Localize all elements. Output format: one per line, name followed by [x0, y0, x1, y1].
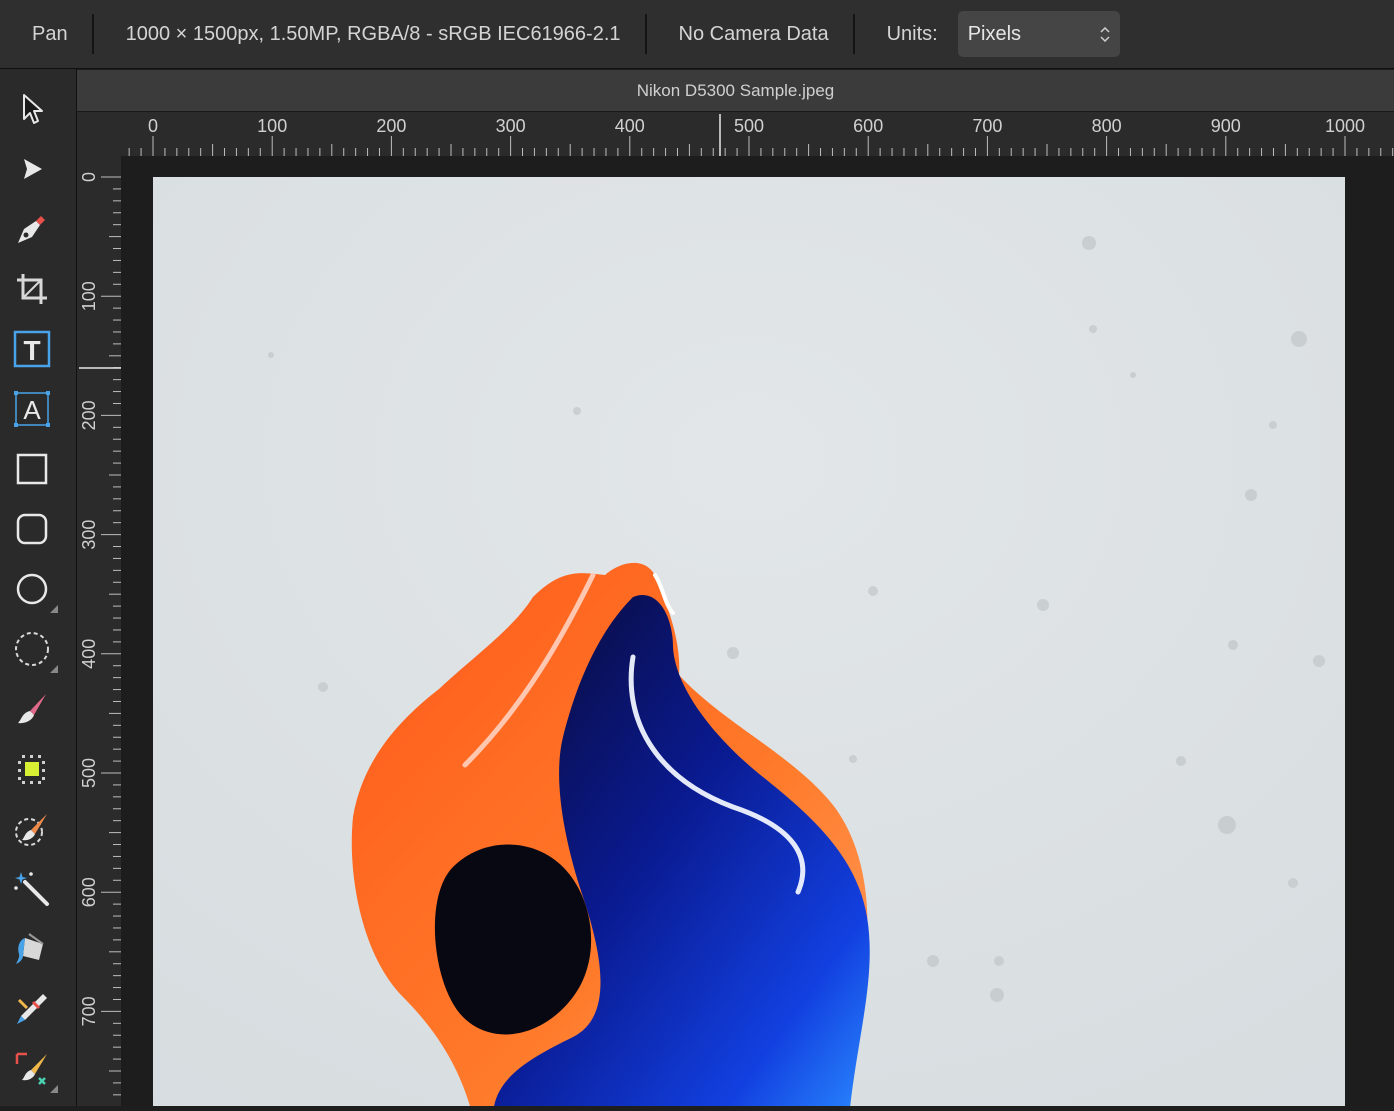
- document-info: 1000 × 1500px, 1.50MP, RGBA/8 - sRGB IEC…: [125, 22, 621, 45]
- ruler-label: 100: [257, 116, 287, 136]
- crop-tool[interactable]: [12, 269, 52, 309]
- ruler-label: 500: [734, 116, 764, 136]
- document-image[interactable]: [153, 177, 1345, 1106]
- current-tool-label: Pan: [32, 22, 68, 45]
- ruler-label: 600: [79, 877, 99, 907]
- camera-info: No Camera Data: [678, 22, 829, 45]
- ruler-label: 400: [79, 639, 99, 669]
- ruler-label: 0: [148, 116, 158, 136]
- pen-tool[interactable]: [12, 209, 52, 249]
- fill-bucket-icon: [16, 933, 44, 964]
- arrow-pointer-icon: [23, 94, 43, 124]
- move-tool[interactable]: [12, 89, 52, 129]
- selection-tool[interactable]: [12, 629, 58, 673]
- paint-brush-tool[interactable]: [12, 689, 52, 729]
- ruler-label: 200: [79, 400, 99, 430]
- selection-brush-icon: [15, 814, 47, 846]
- ruler-label: 300: [496, 116, 526, 136]
- ruler-label: 700: [79, 996, 99, 1026]
- transform-brush-icon: [15, 1052, 47, 1085]
- context-toolbar: Pan 1000 × 1500px, 1.50MP, RGBA/8 - sRGB…: [0, 0, 1394, 69]
- horizontal-ruler[interactable]: 0 100 200 300 400 500 600 700 800 900 1000: [77, 112, 1394, 156]
- paint-brush-icon: [18, 694, 46, 724]
- flood-fill-tool[interactable]: [12, 929, 52, 969]
- clone-tool[interactable]: [12, 989, 52, 1029]
- ruler-label: 700: [972, 116, 1002, 136]
- document-title: Nikon D5300 Sample.jpeg: [636, 81, 835, 100]
- rectangle-tool[interactable]: [12, 449, 52, 489]
- rounded-rectangle-icon: [16, 513, 48, 545]
- ruler-label: 800: [1092, 116, 1122, 136]
- rectangle-icon: [16, 453, 48, 485]
- ruler-label: 500: [79, 758, 99, 788]
- ruler-label: 100: [79, 281, 99, 311]
- node-arrow-icon: [24, 159, 42, 179]
- pixel-grid-icon: [18, 755, 45, 784]
- artistic-text-tool[interactable]: A: [12, 389, 52, 429]
- canvas-area[interactable]: [121, 156, 1394, 1106]
- ruler-label: 400: [615, 116, 645, 136]
- ruler-label: 600: [853, 116, 883, 136]
- units-label: Units:: [886, 22, 938, 45]
- vertical-ruler[interactable]: 0 100 200 300 400 500 600 700: [77, 156, 121, 1106]
- crop-icon: [17, 274, 47, 304]
- rounded-rectangle-tool[interactable]: [12, 509, 52, 549]
- units-dropdown[interactable]: Pixels: [957, 11, 1120, 57]
- frame-text-icon: T: [13, 330, 51, 368]
- flyout-corner-icon: [50, 605, 58, 613]
- units-value: Pixels: [967, 22, 1022, 45]
- ellipse-icon: [16, 573, 48, 605]
- clone-brush-icon: [17, 994, 47, 1024]
- pen-icon: [18, 216, 45, 243]
- node-tool[interactable]: [12, 149, 52, 189]
- flyout-corner-icon: [50, 665, 58, 673]
- svg-text:T: T: [23, 335, 40, 366]
- ruler-label: 0: [79, 172, 99, 182]
- ellipse-tool[interactable]: [12, 569, 58, 613]
- frame-text-tool[interactable]: T: [12, 329, 52, 369]
- magic-wand-icon: [14, 872, 49, 906]
- magic-wand-tool[interactable]: [12, 869, 52, 909]
- selection-brush-tool[interactable]: [12, 809, 52, 849]
- ruler-label: 200: [376, 116, 406, 136]
- updown-chevron-icon: [1100, 26, 1110, 42]
- tools-panel: T A: [0, 69, 77, 1106]
- transform-tool[interactable]: [12, 1049, 58, 1093]
- ruler-label: 1000: [1325, 116, 1365, 136]
- flyout-corner-icon: [50, 1085, 58, 1093]
- ink-photo: [153, 177, 1345, 1106]
- document-tab[interactable]: Nikon D5300 Sample.jpeg: [77, 70, 1394, 112]
- svg-text:A: A: [23, 395, 41, 425]
- pixel-tool[interactable]: [12, 749, 52, 789]
- artistic-text-icon: A: [14, 391, 50, 427]
- ruler-label: 300: [79, 520, 99, 550]
- dashed-circle-icon: [15, 632, 49, 666]
- ruler-label: 900: [1211, 116, 1241, 136]
